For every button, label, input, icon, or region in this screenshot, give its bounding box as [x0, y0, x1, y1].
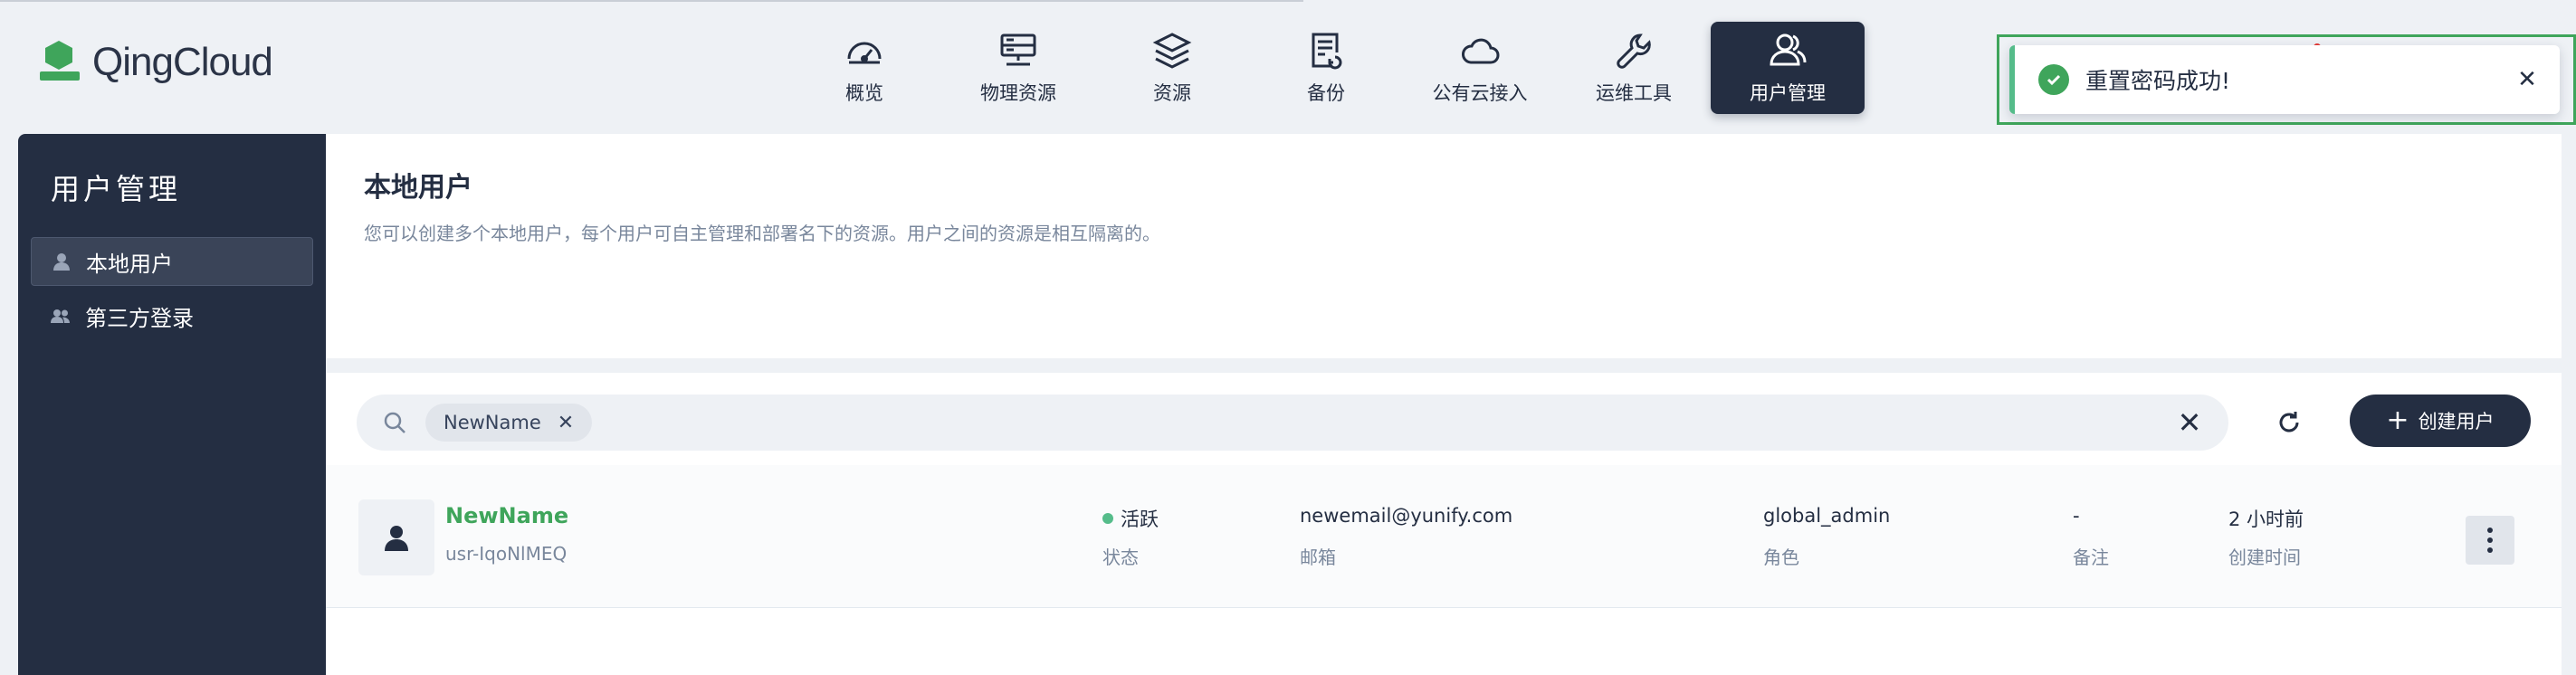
- nav-label: 资源: [1153, 82, 1191, 104]
- nav-item-backup[interactable]: 备份: [1249, 22, 1403, 114]
- sidebar: 用户管理 本地用户 第三方登录: [18, 134, 326, 675]
- more-actions-button[interactable]: [2466, 516, 2514, 565]
- create-user-button[interactable]: + 创建用户: [2350, 395, 2531, 447]
- avatar: [358, 499, 434, 575]
- main-nav: 概览 物理资源 资源 备份 公有云接入 运维工具 用户管理: [787, 22, 1865, 114]
- search-bar[interactable]: NewName ✕ ✕: [357, 395, 2228, 451]
- close-icon[interactable]: ✕: [2514, 67, 2540, 92]
- logo-text: QingCloud: [92, 40, 273, 84]
- filter-tag: NewName ✕: [425, 404, 593, 442]
- email-label: 邮箱: [1300, 547, 1336, 568]
- refresh-icon: [2279, 412, 2299, 433]
- created-label: 创建时间: [2228, 547, 2301, 568]
- nav-label: 运维工具: [1596, 82, 1672, 104]
- plus-icon: +: [2386, 404, 2409, 436]
- user-icon: [53, 253, 70, 271]
- note-value: -: [2073, 505, 2080, 527]
- sidebar-item-third-party-login[interactable]: 第三方登录: [31, 291, 313, 340]
- nav-label: 概览: [845, 82, 883, 104]
- backup-document-icon: [1312, 33, 1342, 70]
- page-title: 本地用户: [364, 172, 472, 204]
- create-user-label: 创建用户: [2418, 411, 2495, 433]
- created-value: 2 小时前: [2228, 509, 2304, 530]
- status-dot: [1102, 513, 1113, 524]
- nav-item-ops-tools[interactable]: 运维工具: [1557, 22, 1711, 114]
- table-row: NewName usr-IqoNlMEQ 活跃 状态 newemail@yuni…: [326, 465, 2562, 608]
- nav-item-public-cloud[interactable]: 公有云接入: [1403, 22, 1557, 114]
- clear-search-icon[interactable]: ✕: [2174, 407, 2205, 438]
- cloud-icon: [1462, 38, 1500, 64]
- filter-tag-label: NewName: [444, 412, 541, 433]
- sidebar-item-label: 本地用户: [86, 251, 173, 277]
- status-value: 活跃: [1102, 505, 1159, 532]
- user-name-link[interactable]: NewName: [445, 503, 568, 528]
- toast-message: 重置密码成功!: [2085, 68, 2231, 94]
- role-label: 角色: [1763, 547, 1799, 568]
- role-value: global_admin: [1763, 505, 1891, 527]
- more-dot: [2487, 528, 2493, 533]
- layers-icon: [1152, 33, 1192, 69]
- nav-item-physical-resources[interactable]: 物理资源: [941, 22, 1095, 114]
- dashboard-gauge-icon: [847, 42, 882, 64]
- email-value: newemail@yunify.com: [1300, 505, 1513, 527]
- sidebar-item-label: 第三方登录: [85, 305, 194, 331]
- more-dot: [2487, 537, 2493, 543]
- user-id: usr-IqoNlMEQ: [445, 543, 568, 565]
- nav-label: 物理资源: [980, 82, 1056, 104]
- status-label: 状态: [1102, 547, 1139, 568]
- nav-label: 公有云接入: [1432, 82, 1528, 104]
- success-toast: 重置密码成功! ✕: [2009, 45, 2560, 114]
- page-header-card: 本地用户 您可以创建多个本地用户，每个用户可自主管理和部署名下的资源。用户之间的…: [326, 134, 2562, 358]
- users-group-icon: [51, 309, 70, 323]
- user-list-card: NewName ✕ ✕ + 创建用户 NewName usr-IqoNlMEQ …: [326, 373, 2562, 675]
- status-text: 活跃: [1121, 509, 1159, 530]
- search-icon: [384, 412, 405, 433]
- nav-item-resources[interactable]: 资源: [1095, 22, 1249, 114]
- nav-label: 备份: [1307, 82, 1345, 104]
- nav-item-user-management[interactable]: 用户管理: [1711, 22, 1865, 114]
- user-icon: [385, 526, 408, 551]
- nav-item-overview[interactable]: 概览: [787, 22, 941, 114]
- refresh-button[interactable]: [2266, 400, 2312, 445]
- wrench-icon: [1617, 33, 1651, 69]
- users-icon: [1770, 33, 1807, 66]
- sidebar-item-local-users[interactable]: 本地用户: [31, 237, 313, 286]
- logo-mark-icon: [40, 41, 81, 84]
- qingcloud-logo[interactable]: QingCloud: [40, 40, 273, 85]
- sidebar-title: 用户管理: [51, 172, 182, 206]
- note-label: 备注: [2073, 547, 2109, 568]
- nav-label: 用户管理: [1750, 82, 1826, 104]
- page-description: 您可以创建多个本地用户，每个用户可自主管理和部署名下的资源。用户之间的资源是相互…: [364, 223, 1160, 244]
- more-dot: [2487, 547, 2493, 553]
- check-circle-icon: [2038, 64, 2069, 95]
- remove-filter-icon[interactable]: ✕: [558, 412, 574, 434]
- server-icon: [1000, 33, 1036, 66]
